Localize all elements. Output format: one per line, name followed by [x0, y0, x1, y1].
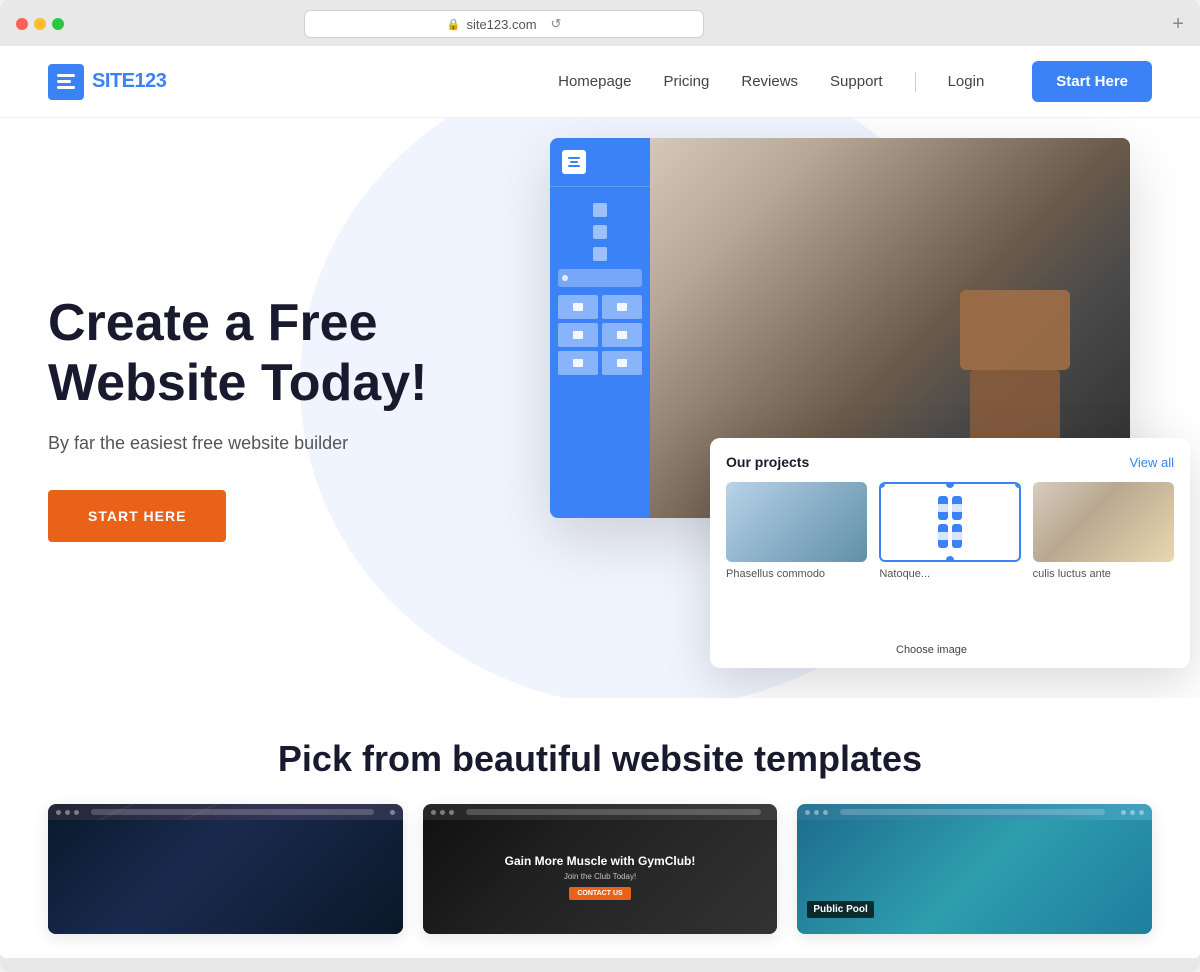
reload-icon[interactable]: ↺	[551, 16, 562, 32]
projects-grid: Phasellus commodo	[726, 482, 1174, 580]
ci-cell-4	[952, 524, 962, 548]
address-bar[interactable]: 🔒 site123.com ↺	[304, 10, 704, 38]
nav-links: Homepage Pricing Reviews Support Login S…	[558, 61, 1152, 102]
handle-tl	[879, 482, 885, 488]
search-icon	[562, 275, 568, 281]
editor-logo	[562, 150, 586, 174]
handle-tr	[1015, 482, 1021, 488]
project-thumb-interior	[726, 482, 867, 562]
tc-gym-cta: CONTACT US	[569, 887, 630, 900]
projects-card: Our projects View all Phasellus commodo	[710, 438, 1190, 668]
logo[interactable]: SITE123	[48, 64, 166, 100]
maximize-button[interactable]	[52, 18, 64, 30]
nav-link-reviews[interactable]: Reviews	[741, 73, 798, 90]
tc-pool-label: Public Pool	[807, 901, 873, 918]
tc-gym-sub: Join the Club Today!	[564, 872, 636, 881]
lock-icon: 🔒	[447, 18, 461, 31]
project-thumb-plants	[1033, 482, 1174, 562]
logo-text: SITE123	[92, 70, 166, 93]
grid-img-4	[617, 331, 627, 339]
choose-image-label: Choose image	[896, 644, 967, 656]
handle-b	[946, 556, 954, 562]
editor-sidebar	[550, 138, 650, 518]
traffic-lights	[16, 18, 64, 30]
grid-img-3	[573, 331, 583, 339]
sidebar-block-2	[593, 225, 607, 239]
grid-img-6	[617, 359, 627, 367]
editor-grid	[550, 291, 650, 379]
projects-card-title: Our projects	[726, 454, 809, 470]
view-all-link[interactable]: View all	[1129, 455, 1174, 470]
url-text: site123.com	[466, 17, 536, 32]
hero-mockup: Our projects View all Phasellus commodo	[550, 138, 1170, 678]
close-button[interactable]	[16, 18, 28, 30]
new-tab-icon[interactable]: +	[1172, 13, 1184, 36]
project-thumb-selected	[879, 482, 1020, 562]
logo-icon	[48, 64, 84, 100]
editor-search	[558, 269, 642, 287]
browser-chrome: 🔒 site123.com ↺ +	[0, 0, 1200, 38]
minimize-button[interactable]	[34, 18, 46, 30]
grid-img-1	[573, 303, 583, 311]
ci-cell-1	[938, 496, 948, 520]
project-item-3: culis luctus ante	[1033, 482, 1174, 580]
browser-window: 🔒 site123.com ↺ + SITE123	[0, 0, 1200, 972]
login-link[interactable]: Login	[948, 73, 985, 90]
hero-content: Create a Free Website Today! By far the …	[48, 294, 427, 543]
ci-cell-3	[938, 524, 948, 548]
sidebar-block-1	[593, 203, 607, 217]
hero-subtitle: By far the easiest free website builder	[48, 433, 427, 454]
project-label-2: Natoque...	[879, 568, 1020, 580]
tc-bg-dark	[48, 820, 403, 934]
templates-section: Pick from beautiful website templates ▪ …	[0, 698, 1200, 954]
project-label-3: culis luctus ante	[1033, 568, 1174, 580]
grid-img-5	[573, 359, 583, 367]
tc-bg-gym: Gain More Muscle with GymClub! Join the …	[423, 820, 778, 934]
template-card-dark[interactable]: ▪ Quantum Digital	[48, 804, 403, 934]
template-card-gym[interactable]: ▪ GymClub Gain More Muscle with GymClub!…	[423, 804, 778, 934]
nav-link-pricing[interactable]: Pricing	[664, 73, 710, 90]
project-item-2: Natoque...	[879, 482, 1020, 580]
tc-topbar-pool	[797, 804, 1152, 820]
tc-gym-headline: Gain More Muscle with GymClub!	[505, 854, 696, 870]
ci-cell-2	[952, 496, 962, 520]
template-card-pool[interactable]: ▪ Public Pool Public Pool	[797, 804, 1152, 934]
project-label-1: Phasellus commodo	[726, 568, 867, 580]
nav-divider	[915, 72, 916, 92]
sidebar-block-3	[593, 247, 607, 261]
start-here-button[interactable]: Start Here	[1032, 61, 1152, 102]
hero-cta-button[interactable]: START HERE	[48, 490, 226, 542]
tc-topbar-gym	[423, 804, 778, 820]
nav-link-support[interactable]: Support	[830, 73, 883, 90]
tc-pool-text: Public Pool	[807, 901, 873, 918]
nav-link-homepage[interactable]: Homepage	[558, 73, 631, 90]
templates-grid: ▪ Quantum Digital ▪ GymClub Gain More Mu…	[48, 804, 1152, 934]
hero-section: Create a Free Website Today! By far the …	[0, 118, 1200, 698]
navigation: SITE123 Homepage Pricing Reviews Support…	[0, 46, 1200, 118]
hero-title: Create a Free Website Today!	[48, 294, 427, 414]
templates-title: Pick from beautiful website templates	[48, 738, 1152, 780]
project-item-1: Phasellus commodo	[726, 482, 867, 580]
website-content: SITE123 Homepage Pricing Reviews Support…	[0, 46, 1200, 958]
grid-img-2	[617, 303, 627, 311]
